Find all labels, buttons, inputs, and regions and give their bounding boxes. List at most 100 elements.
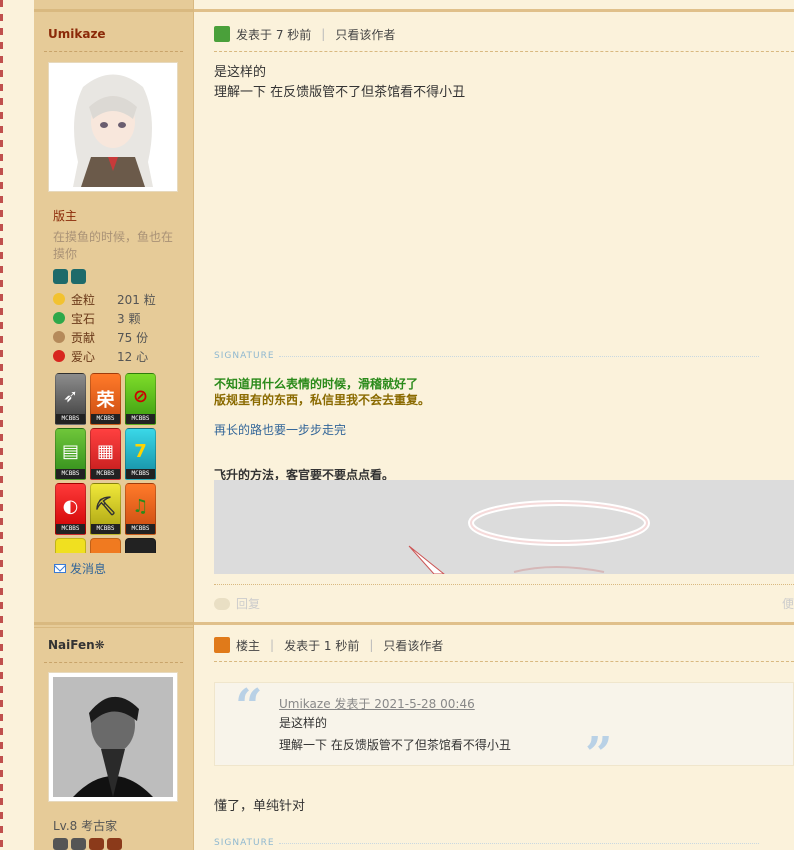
open-quote-icon: “ [235, 679, 263, 735]
author-sidebar: Umikaze 版主 在摸鱼的时候，鱼也在摸你 金粒 201 粒 宝石 3 颗 … [34, 0, 194, 622]
close-quote-icon: ” [585, 727, 613, 783]
medal-pickaxe-icon[interactable]: ⛏ MCBBS [90, 483, 121, 535]
medal-caption: MCBBS [56, 524, 85, 534]
signature-label-text: SIGNATURE [214, 838, 275, 848]
send-message-link[interactable]: 发消息 [54, 560, 106, 577]
signature-banner[interactable] [214, 480, 794, 574]
signature-label: SIGNATURE [214, 838, 759, 848]
post-time: 发表于 1 秒前 [284, 638, 360, 653]
medal-window-icon[interactable]: ▦ MCBBS [90, 428, 121, 480]
user-group[interactable]: 版主 [53, 207, 77, 224]
medal-caption: MCBBS [126, 524, 155, 534]
medal-swirl-icon[interactable]: ◐ MCBBS [55, 483, 86, 535]
stat-label: 宝石 [71, 311, 96, 326]
stat-label: 贡献 [71, 330, 96, 345]
post-header: 发表于 7 秒前 | 只看该作者 [214, 22, 794, 46]
post-line: 是这样的 [214, 65, 267, 80]
stat-label: 爱心 [71, 349, 96, 364]
medal-honor-icon[interactable]: 荣 MCBBS [90, 373, 121, 425]
avatar[interactable] [48, 672, 178, 802]
diamond-helmet-icon [53, 269, 68, 284]
separator: | [321, 27, 326, 41]
signature-line: 不知道用什么表情的时候，滑稽就好了 [214, 377, 419, 391]
owner-label: 楼主 [236, 638, 261, 653]
owner-badge-icon [214, 637, 230, 653]
post-header: 楼主 | 发表于 1 秒前 | 只看该作者 [214, 633, 794, 657]
separator: | [369, 638, 374, 652]
post-main: 楼主 | 发表于 1 秒前 | 只看该作者 “ Umikaze 发表于 2021… [194, 622, 794, 850]
divider [44, 662, 183, 663]
medal-black-icon[interactable] [125, 538, 156, 553]
medal-book-icon[interactable]: ▤ MCBBS [55, 428, 86, 480]
leather-helmet-icon [107, 838, 122, 850]
signature-line: 版规里有的东西，私信里我不会去重复。 [214, 393, 431, 407]
page-left-margin [0, 0, 34, 850]
quote-source-link[interactable]: Umikaze 发表于 2021-5-28 00:46 [279, 695, 475, 712]
post-body: 懂了，单纯针对 [214, 799, 306, 814]
avatar[interactable] [48, 62, 178, 192]
send-message-label: 发消息 [70, 562, 107, 576]
post-line: 理解一下 在反馈版管不了但茶馆看不得小丑 [214, 85, 466, 100]
iron-helmet-icon [71, 838, 86, 850]
halo-image [214, 480, 794, 574]
user-motto: 在摸鱼的时候，鱼也在摸你 [53, 230, 174, 261]
red-dashed-border [0, 0, 3, 850]
only-author-link[interactable]: 只看该作者 [335, 26, 395, 43]
medal-yellow-icon[interactable] [55, 538, 86, 553]
stat-contribution: 贡献 75 份 [53, 328, 148, 346]
post-umikaze: Umikaze 版主 在摸鱼的时候，鱼也在摸你 金粒 201 粒 宝石 3 颗 … [34, 0, 794, 622]
avatar-image [53, 67, 173, 187]
medal-music-icon[interactable]: ♫ MCBBS [125, 483, 156, 535]
stat-gem: 宝石 3 颗 [53, 309, 140, 327]
speech-bubble-icon [214, 597, 230, 610]
stat-heart: 爱心 12 心 [53, 347, 148, 365]
signature-label-text: SIGNATURE [214, 351, 275, 361]
signature-link[interactable]: 再长的路也要一步步走完 [214, 421, 346, 438]
medal-caption: MCBBS [56, 469, 85, 479]
author-username[interactable]: Umikaze [48, 27, 106, 41]
stat-label: 金粒 [71, 292, 96, 307]
user-level: Lv.8 考古家 [53, 819, 118, 833]
medal-caption: MCBBS [91, 524, 120, 534]
quote-block: “ Umikaze 发表于 2021-5-28 00:46 是这样的 理解一下 … [214, 679, 794, 779]
author-sidebar: NaiFen❋ Lv.8 考古家 [34, 622, 194, 850]
medal-caption: MCBBS [56, 414, 85, 424]
quote-line: 是这样的 [279, 716, 328, 730]
cookie-icon [53, 331, 65, 343]
medal-orange-icon[interactable] [90, 538, 121, 553]
post-time: 发表于 7 秒前 [236, 27, 312, 42]
reply-label: 回复 [236, 597, 261, 611]
gold-nugget-icon [53, 293, 65, 305]
medal-wall: ➶ MCBBS 荣 MCBBS ⊘ MCBBS ▤ MCBBS ▦ MCBBS 7 MCBB… [55, 373, 160, 553]
stat-value: 75 份 [117, 330, 149, 345]
divider [44, 51, 183, 52]
post-main: 发表于 7 秒前 | 只看该作者 是这样的 理解一下 在反馈版管不了但茶馆看不得… [194, 0, 794, 622]
creeper-icon [214, 26, 230, 42]
iron-helmet-icon [53, 838, 68, 850]
apple-heart-icon [53, 350, 65, 362]
medal-feather-icon[interactable]: ➶ MCBBS [55, 373, 86, 425]
medal-caption: MCBBS [91, 469, 120, 479]
reply-right-label[interactable]: 便 [782, 595, 794, 612]
divider [214, 584, 794, 585]
medal-no-bug-icon[interactable]: ⊘ MCBBS [125, 373, 156, 425]
stat-gold: 金粒 201 粒 [53, 290, 156, 308]
only-author-link[interactable]: 只看该作者 [383, 637, 443, 654]
medal-caption: MCBBS [126, 469, 155, 479]
emerald-icon [53, 312, 65, 324]
rank-icons [53, 838, 122, 850]
medal-caption: MCBBS [91, 414, 120, 424]
stat-value: 3 颗 [117, 311, 141, 326]
medal-seven-icon[interactable]: 7 MCBBS [125, 428, 156, 480]
author-username[interactable]: NaiFen❋ [48, 638, 105, 652]
divider [214, 661, 794, 662]
quote-line: 理解一下 在反馈版管不了但茶馆看不得小丑 [279, 738, 511, 752]
avatar-image [53, 677, 173, 797]
leather-helmet-icon [89, 838, 104, 850]
rank-icons [53, 269, 86, 284]
medal-caption: MCBBS [126, 414, 155, 424]
diamond-helmet-icon [71, 269, 86, 284]
reply-button[interactable]: 回复 [214, 595, 260, 612]
stat-value: 12 心 [117, 349, 149, 364]
post-naifen: NaiFen❋ Lv.8 考古家 楼主 | 发表于 1 秒前 | 只看该作者 “… [34, 622, 794, 850]
